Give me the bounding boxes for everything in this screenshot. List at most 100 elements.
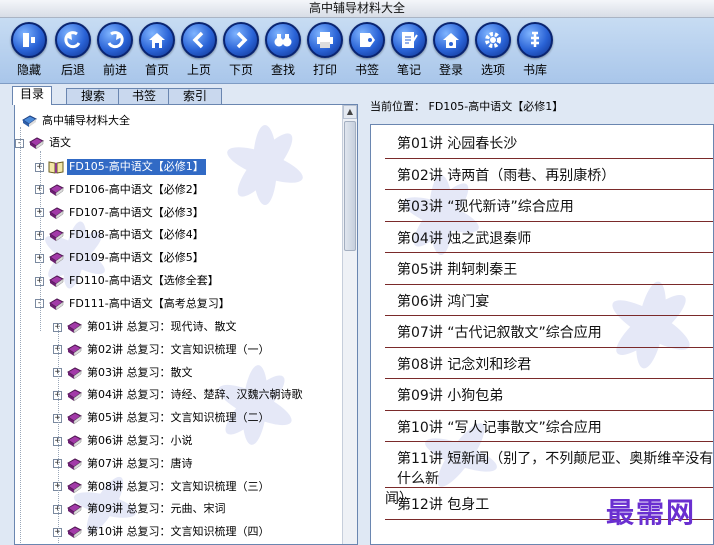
toolbar-button-binoculars[interactable]: 查找	[262, 22, 304, 82]
toolbar-button-library[interactable]: 书库	[514, 22, 556, 82]
tab-search[interactable]: 搜索	[66, 88, 120, 104]
tree-book-item[interactable]: + FD109-高中语文【必修5】	[35, 248, 206, 268]
toolbar-button-label: 前进	[102, 63, 127, 77]
next-page-icon	[223, 22, 259, 58]
scroll-thumb[interactable]	[344, 121, 356, 251]
toolbar-button-label: 首页	[144, 63, 169, 77]
tree-root[interactable]: 高中辅导材料大全	[21, 111, 132, 131]
tree-node-label: FD106-高中语文【必修2】	[69, 182, 204, 196]
lesson-item[interactable]: 第09讲 小狗包弟	[385, 379, 713, 411]
lesson-item[interactable]: 第07讲 “古代记叙散文”综合应用	[385, 316, 713, 348]
toolbar-button-login[interactable]: 登录	[430, 22, 472, 82]
toolbar: 隐藏 后退 前进 首页 上页 下页 查找 打印 书签 笔记 登录 选项 书库	[0, 18, 714, 84]
tab-index[interactable]: 索引	[168, 88, 222, 104]
toolbar-button-label: 上页	[186, 63, 211, 77]
tree-node-label: 第03讲 总复习：散文	[87, 365, 193, 379]
tab-bookmarks[interactable]: 书签	[118, 88, 170, 104]
lesson-item[interactable]: 第01讲 沁园春长沙	[385, 127, 713, 159]
lesson-title: 第07讲 “古代记叙散文”综合应用	[397, 325, 602, 341]
tree-review-item[interactable]: + 第02讲 总复习：文言知识梳理（一）	[53, 340, 272, 360]
lesson-title: 第02讲 诗两首（雨巷、再别康桥）	[397, 167, 616, 184]
prev-page-icon	[181, 22, 217, 58]
tree-node-label: 第07讲 总复习：唐诗	[87, 456, 193, 470]
toolbar-button-label: 隐藏	[16, 63, 41, 77]
book-icon	[49, 229, 64, 242]
book-icon	[49, 184, 64, 197]
tree-review-item[interactable]: + 第07讲 总复习：唐诗	[53, 454, 195, 474]
tab-contents[interactable]: 目录	[12, 86, 52, 105]
toolbar-button-prev-page[interactable]: 上页	[178, 22, 220, 82]
home-icon	[139, 22, 175, 58]
toolbar-button-label: 查找	[270, 63, 295, 77]
lesson-title: 第08讲 记念刘和珍君	[397, 356, 532, 373]
book-icon	[67, 503, 82, 516]
lesson-item[interactable]: 第06讲 鸿门宴	[385, 285, 713, 316]
book-icon	[29, 137, 44, 150]
current-location: 当前位置： FD105-高中语文【必修1】	[370, 100, 564, 113]
lesson-item[interactable]: 第10讲 “写人记事散文”综合应用	[385, 411, 713, 442]
book-icon	[67, 367, 82, 380]
tree-node-label: 语文	[49, 136, 71, 149]
tree-node-label: FD105-高中语文【必修1】	[67, 159, 206, 175]
tree-node-label: FD110-高中语文【选修全套】	[69, 274, 219, 287]
tree-node-label: 第01讲 总复习：现代诗、散文	[87, 320, 237, 333]
book-icon	[67, 435, 82, 448]
tree-review-item[interactable]: + 第08讲 总复习：文言知识梳理（三）	[53, 477, 272, 497]
tree-book-item[interactable]: + FD108-高中语文【必修4】	[35, 225, 206, 245]
back-icon	[55, 22, 91, 58]
lesson-item[interactable]: 第11讲 短新闻（别了，不列颠尼亚、奥斯维辛没有什么新 闻）	[385, 442, 713, 507]
lesson-item[interactable]: 第02讲 诗两首（雨巷、再别康桥）	[385, 159, 713, 190]
lesson-item[interactable]: 第03讲 “现代新诗”综合应用	[385, 190, 713, 222]
tree-guide-line	[20, 127, 21, 544]
tree-review-item[interactable]: + 第10讲 总复习：文言知识梳理（四）	[53, 522, 272, 542]
lesson-title: 第10讲 “写人记事散文”综合应用	[397, 419, 602, 436]
toolbar-button-next-page[interactable]: 下页	[220, 22, 262, 82]
bookmark-icon	[349, 22, 385, 58]
toolbar-button-hide[interactable]: 隐藏	[8, 22, 50, 82]
lesson-title: 第03讲 “现代新诗”综合应用	[397, 199, 574, 215]
tree-review-item[interactable]: + 第01讲 总复习：现代诗、散文	[53, 317, 239, 337]
open-book-icon	[48, 161, 64, 174]
tree-guide-line	[58, 323, 59, 544]
lesson-title: 第04讲 烛之武退秦师	[397, 230, 532, 247]
toolbar-button-printer[interactable]: 打印	[304, 22, 346, 82]
tree-book-item[interactable]: + FD106-高中语文【必修2】	[35, 180, 206, 200]
tree-review-item[interactable]: + 第05讲 总复习：文言知识梳理（二）	[53, 408, 272, 428]
tree-review-item[interactable]: + 第06讲 总复习：小说	[53, 431, 195, 451]
library-book-icon	[22, 115, 37, 127]
toolbar-button-home[interactable]: 首页	[136, 22, 178, 82]
lesson-item[interactable]: 第04讲 烛之武退秦师	[385, 222, 713, 253]
tree-book-item[interactable]: + FD105-高中语文【必修1】	[35, 157, 206, 177]
window-title: 高中辅导材料大全	[0, 0, 714, 18]
toolbar-button-forward[interactable]: 前进	[94, 22, 136, 82]
tree-review-item[interactable]: + 第03讲 总复习：散文	[53, 363, 195, 383]
tree-book-item[interactable]: - FD111-高中语文【高考总复习】	[35, 294, 232, 314]
lesson-title: 第06讲 鸿门宴	[397, 293, 490, 310]
tree-review-item[interactable]: + 第04讲 总复习：诗经、楚辞、汉魏六朝诗歌	[53, 385, 305, 405]
tree-scrollbar[interactable]: ▲	[342, 105, 357, 544]
book-icon	[49, 252, 64, 265]
scroll-up-arrow-icon[interactable]: ▲	[343, 105, 357, 119]
tree-guide-line	[40, 151, 41, 331]
tree-node-label: 第02讲 总复习：文言知识梳理（一）	[87, 342, 270, 356]
site-watermark: 最需网	[605, 496, 696, 529]
lesson-item[interactable]: 第05讲 荆轲刺秦王	[385, 253, 713, 285]
tree-book-item[interactable]: + FD110-高中语文【选修全套】	[35, 271, 221, 291]
toolbar-button-bookmark[interactable]: 书签	[346, 22, 388, 82]
tree-subject-chinese[interactable]: - 语文	[15, 133, 73, 153]
tree-node-label: FD107-高中语文【必修3】	[69, 205, 204, 219]
contents-tree[interactable]: 高中辅导材料大全 - 语文 + FD105-高中语文【必修1】 + FD106-高中语文【必…	[14, 104, 358, 545]
toolbar-button-back[interactable]: 后退	[52, 22, 94, 82]
tree-book-item[interactable]: + FD107-高中语文【必修3】	[35, 203, 206, 223]
tree-review-item[interactable]: + 第09讲 总复习：元曲、宋词	[53, 499, 228, 519]
tree-node-label: 第05讲 总复习：文言知识梳理（二）	[87, 411, 270, 425]
toolbar-button-options-gear[interactable]: 选项	[472, 22, 514, 82]
toolbar-button-label: 登录	[438, 63, 463, 77]
toolbar-button-notes[interactable]: 笔记	[388, 22, 430, 82]
lesson-item[interactable]: 第08讲 记念刘和珍君	[385, 348, 713, 379]
tree-node-label: FD111-高中语文【高考总复习】	[69, 296, 230, 310]
toolbar-button-label: 后退	[60, 63, 85, 77]
lesson-list-panel: 第01讲 沁园春长沙第02讲 诗两首（雨巷、再别康桥） 第03讲 “现代新诗”综合…	[370, 124, 714, 545]
book-icon	[67, 344, 82, 357]
book-icon	[49, 207, 64, 220]
